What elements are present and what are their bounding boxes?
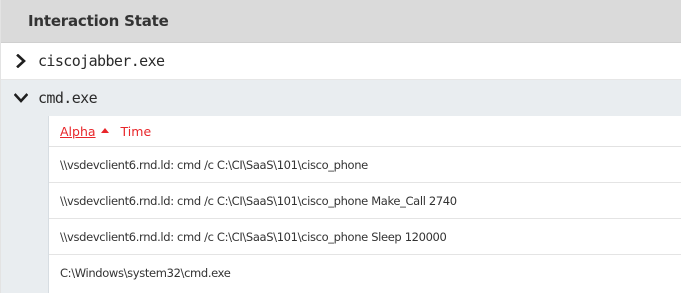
list-item-text: \\vsdevclient6.rnd.ld: cmd /c C:\CI\SaaS…: [60, 229, 447, 244]
list-item[interactable]: C:\Windows\system32\cmd.exe: [49, 255, 681, 291]
list-item-text: C:\Windows\system32\cmd.exe: [60, 266, 231, 280]
interaction-state-panel: Interaction State ciscojabber.exe cmd.ex…: [0, 0, 681, 293]
list-item[interactable]: \\vsdevclient6.rnd.ld: cmd /c C:\CI\SaaS…: [49, 147, 681, 183]
sort-time-link[interactable]: Time: [121, 124, 152, 139]
sort-alpha-label: Alpha: [60, 123, 96, 139]
group-body-cmd: Alpha Time \\vsdevclient6.rnd.ld: cmd /c…: [1, 116, 681, 293]
list-item-text: \\vsdevclient6.rnd.ld: cmd /c C:\CI\SaaS…: [60, 193, 457, 208]
group-label: cmd.exe: [38, 89, 98, 107]
list-item[interactable]: \\vsdevclient6.rnd.ld: cmd /c C:\CI\SaaS…: [49, 219, 681, 255]
list-item-text: \\vsdevclient6.rnd.ld: cmd /c C:\CI\SaaS…: [60, 157, 368, 172]
group-row-cmd[interactable]: cmd.exe: [1, 80, 681, 116]
group-row-ciscojabber[interactable]: ciscojabber.exe: [1, 43, 681, 80]
sort-ascending-icon[interactable]: [100, 127, 109, 133]
panel-title: Interaction State: [28, 12, 169, 30]
item-list: Alpha Time \\vsdevclient6.rnd.ld: cmd /c…: [48, 116, 681, 293]
chevron-down-icon[interactable]: [14, 91, 28, 105]
sort-bar: Alpha Time: [49, 116, 681, 147]
chevron-right-icon[interactable]: [14, 54, 28, 68]
list-item[interactable]: \\vsdevclient6.rnd.ld: cmd /c C:\CI\SaaS…: [49, 183, 681, 219]
panel-header: Interaction State: [1, 0, 681, 43]
group-label: ciscojabber.exe: [38, 52, 165, 70]
sort-alpha-link[interactable]: Alpha: [60, 124, 96, 139]
